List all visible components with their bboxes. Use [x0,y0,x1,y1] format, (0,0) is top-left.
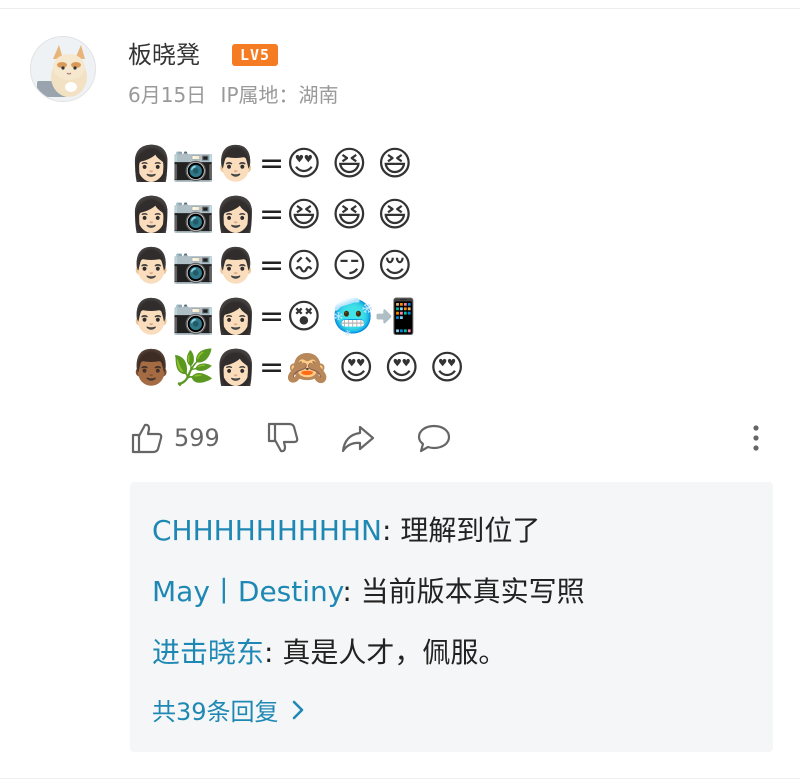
reply-username[interactable]: 进击晓东 [152,636,264,669]
share-button[interactable] [340,418,376,458]
equals-sign: = [259,349,285,385]
comment-button[interactable] [416,418,452,458]
avatar[interactable] [30,36,96,102]
emoji-left: 👩🏻📷👩🏻 [130,194,258,235]
view-all-replies-link[interactable]: 共39条回复 [152,692,305,727]
post-date: 6月15日 [128,83,207,107]
emoji: 😍 [286,143,322,184]
reply-text: 理解到位了 [400,514,541,547]
comment-icon [417,424,451,453]
emoji: 😍 [338,347,374,388]
like-count: 599 [174,424,220,452]
reply-item[interactable]: May丨Destiny: 当前版本真实写照 [152,575,585,609]
level-badge: LV5 [232,44,278,66]
emoji: 😆 [331,194,368,235]
reply-separator: : [342,575,361,608]
emoji: 🙈 [286,347,329,388]
equals-sign: = [259,196,285,232]
reply-text: 当前版本真实写照 [360,575,585,608]
emoji: 😌 [377,245,413,286]
emoji: 😍 [429,347,465,388]
thumb-up-icon [131,423,163,454]
emoji: 😵 [286,296,322,337]
emoji: 😆 [331,143,368,184]
reply-preview-box[interactable]: CHHHHHHHHHN: 理解到位了 May丨Destiny: 当前版本真实写照… [130,482,773,752]
emoji-row: 👩🏻📷👨🏻 = 😍 😆 😆 [130,138,465,189]
emoji: 😆 [377,143,413,184]
reply-separator: : [264,636,283,669]
reply-item[interactable]: 进击晓东: 真是人才，佩服。 [152,636,506,670]
post-content: 👩🏻📷👨🏻 = 😍 😆 😆 👩🏻📷👩🏻 = 😆 😆 😆 👨🏻📷👨🏻 = 😖 😏 … [130,138,465,393]
post-meta: 6月15日 IP属地：湖南 [128,82,339,108]
equals-sign: = [259,145,285,181]
emoji: 😍 [383,347,420,388]
emoji: 😏 [331,245,368,286]
emoji: 🥶 [331,296,374,337]
ip-location: IP属地：湖南 [220,83,339,107]
like-button[interactable]: 599 [130,418,220,458]
action-bar: 599 [130,418,770,458]
bottom-divider [0,778,800,779]
emoji-left: 👨🏻📷👩🏻 [130,296,258,337]
emoji: 😆 [377,194,413,235]
emoji-left: 👨🏾🌿👩🏻 [130,347,258,388]
equals-sign: = [259,247,285,283]
emoji: 😖 [286,245,322,286]
more-vertical-icon [753,425,759,451]
more-replies-label: 共39条回复 [152,698,279,726]
username[interactable]: 板晓凳 [128,40,200,70]
reply-item[interactable]: CHHHHHHHHHN: 理解到位了 [152,514,540,548]
cat-avatar-icon [31,37,95,101]
emoji-row: 👨🏾🌿👩🏻 = 🙈 😍 😍 😍 [130,342,465,393]
emoji-row: 👨🏻📷👨🏻 = 😖 😏 😌 [130,240,465,291]
thumb-down-icon [267,422,299,453]
emoji-left: 👩🏻📷👨🏻 [130,143,258,184]
emoji-row: 👨🏻📷👩🏻 = 😵 🥶 📲 [130,291,465,342]
reply-username[interactable]: CHHHHHHHHHN [152,514,382,547]
emoji: 😆 [286,194,322,235]
more-options-button[interactable] [744,418,768,458]
chevron-right-icon [292,700,303,719]
equals-sign: = [259,298,285,334]
reply-username[interactable]: May丨Destiny [152,575,342,608]
emoji-row: 👩🏻📷👩🏻 = 😆 😆 😆 [130,189,465,240]
emoji-left: 👨🏻📷👨🏻 [130,245,258,286]
dislike-button[interactable] [266,418,300,458]
emoji: 📲 [373,296,417,337]
top-divider [0,8,800,9]
share-icon [341,425,375,453]
reply-text: 真是人才，佩服。 [282,636,507,669]
reply-separator: : [382,514,401,547]
